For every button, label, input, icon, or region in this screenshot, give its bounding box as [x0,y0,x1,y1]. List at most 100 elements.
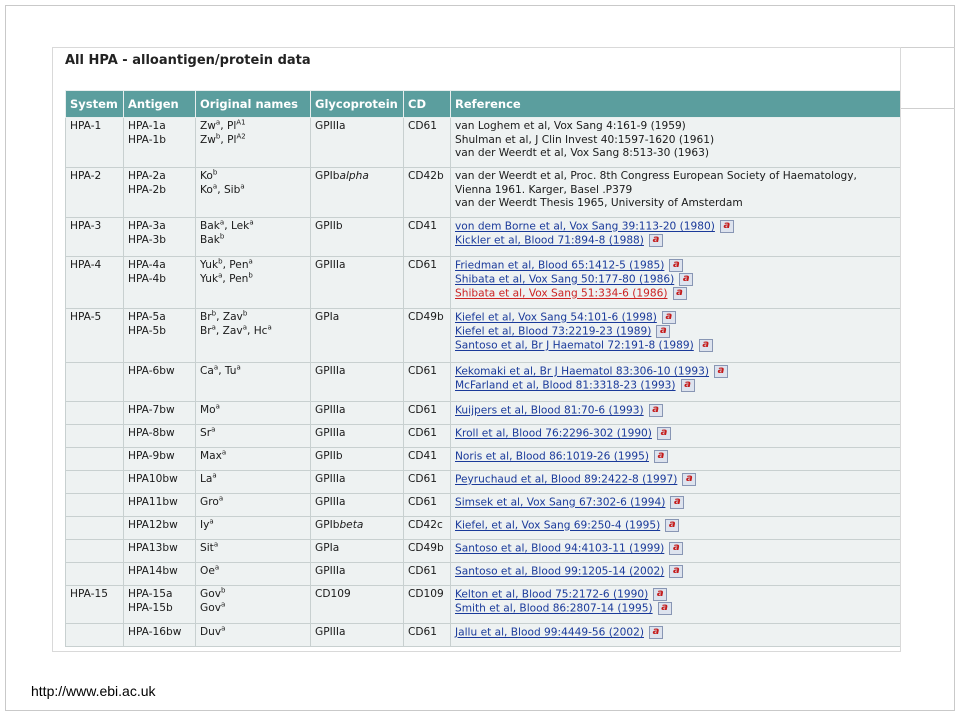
antigen-label: HPA-15b [128,601,173,614]
table-row: HPA13bw Sita GPIa CD49b Santoso et al, Blood… [65,539,900,563]
name-part: , Hc [246,324,268,337]
reference-link[interactable]: Jallu et al, Blood 99:4449-56 (2002) [455,627,644,639]
name-part: Zw [200,120,216,132]
reference-link[interactable]: Noris et al, Blood 86:1019-26 (1995) [455,451,649,463]
original-name: Bakb [200,232,306,248]
cell-antigen: HPA-8bw [123,424,196,448]
cell-original-names: Laa [195,470,311,494]
cell-reference: Kroll et al, Blood 76:2296-302 (1990) a [450,424,900,448]
reference-link[interactable]: Smith et al, Blood 86:2807-14 (1995) [455,603,653,615]
abstract-icon[interactable]: a [669,259,684,272]
reference-line: Vienna 1961. Karger, Basel .P379 [455,184,896,198]
cell-original-names: Kob Koa, Siba [195,167,311,218]
cell-antigen: HPA-2a HPA-2b [123,167,196,218]
reference-link[interactable]: Santoso et al, Blood 99:1205-14 (2002) [455,566,664,578]
cell-glycoprotein: GPIIIa [310,470,404,494]
cell-antigen: HPA11bw [123,493,196,517]
col-header-reference: Reference [450,90,900,118]
reference-link[interactable]: Kiefel, et al, Vox Sang 69:250-4 (1995) [455,520,660,532]
table-row: HPA-6bw Caa, Tua GPIIIa CD61 Kekomaki et al,… [65,362,900,402]
abstract-icon[interactable]: a [672,287,687,300]
cell-cd: CD61 [403,562,451,586]
cell-antigen: HPA-15a HPA-15b [123,585,196,624]
name-superscript: a [221,448,227,457]
reference-link[interactable]: Kickler et al, Blood 71:894-8 (1988) [455,235,644,247]
cd-label: CD41 [408,450,438,462]
reference-link[interactable]: Kelton et al, Blood 75:2172-6 (1990) [455,589,648,601]
abstract-icon[interactable]: a [679,273,694,286]
reference-link[interactable]: Santoso et al, Br J Haematol 72:191-8 (1… [455,340,694,352]
reference-link[interactable]: Santoso et al, Blood 94:4103-11 (1999) [455,543,664,555]
cd-label: CD61 [408,365,438,377]
reference-link[interactable]: Kiefel et al, Blood 73:2219-23 (1989) [455,326,651,338]
reference-link[interactable]: Kekomaki et al, Br J Haematol 83:306-10 … [455,366,709,378]
cell-cd: CD49b [403,308,451,363]
cd-label: CD41 [408,220,438,232]
abstract-icon[interactable]: a [653,588,668,601]
cell-cd: CD61 [403,493,451,517]
cell-system: HPA-4 [65,256,124,309]
table-row: HPA10bw Laa GPIIIa CD61 Peyruchaud et al, Bl… [65,470,900,494]
reference-link[interactable]: von dem Borne et al, Vox Sang 39:113-20 … [455,221,715,233]
cell-glycoprotein: GPIIIa [310,117,404,168]
reference-link[interactable]: Simsek et al, Vox Sang 67:302-6 (1994) [455,497,665,509]
original-name: Govb [200,586,306,602]
cd-label: CD42c [408,519,443,531]
antigen-label: HPA-15a [128,588,173,600]
reference-link[interactable]: Peyruchaud et al, Blood 89:2422-8 (1997) [455,474,677,486]
system-label: HPA-5 [70,311,102,323]
abstract-icon[interactable]: a [657,602,672,615]
name-part: Ko [200,170,213,182]
cell-glycoprotein: GPIIIa [310,401,404,425]
reference-line: McFarland et al, Blood 81:3318-23 (1993)… [455,379,896,393]
abstract-icon[interactable]: a [648,626,663,639]
abstract-icon[interactable]: a [648,234,663,247]
name-superscript: A1 [236,118,246,127]
abstract-icon[interactable]: a [665,519,680,532]
antigen-label: HPA-9bw [128,450,175,462]
cell-cd: CD41 [403,447,451,471]
glycoprotein-label: GPIIb [315,220,343,232]
name-part: Duv [200,626,222,638]
reference-link[interactable]: Kiefel et al, Vox Sang 54:101-6 (1998) [455,312,657,324]
cell-original-names: Duva [195,623,311,647]
abstract-icon[interactable]: a [653,450,668,463]
reference-link[interactable]: Kroll et al, Blood 76:2296-302 (1990) [455,428,652,440]
right-edge-stub [901,47,955,109]
cell-antigen: HPA-4a HPA-4b [123,256,196,309]
system-label: HPA-1 [70,120,102,132]
name-superscript: b [220,586,226,595]
abstract-icon[interactable]: a [661,311,676,324]
abstract-icon[interactable]: a [670,496,685,509]
cell-glycoprotein: GPIIIa [310,493,404,517]
abstract-icon[interactable]: a [682,473,697,486]
abstract-icon[interactable]: a [656,325,671,338]
abstract-icon[interactable]: a [669,542,684,555]
original-name: Oea [200,564,306,579]
name-superscript: a [215,402,220,411]
glycoprotein-label: GPIIIa [315,473,346,485]
reference-link[interactable]: Shibata et al, Vox Sang 50:177-80 (1986) [455,274,674,286]
abstract-icon[interactable]: a [719,220,734,233]
abstract-icon[interactable]: a [669,565,684,578]
cell-cd: CD49b [403,539,451,563]
abstract-icon[interactable]: a [680,379,695,392]
screenshot-panel: All HPA - alloantigen/protein data Syste… [52,47,901,652]
antigen-label: HPA-4b [128,272,166,285]
antigen-label: HPA-3a [128,220,166,232]
abstract-icon[interactable]: a [648,404,663,417]
abstract-icon[interactable]: a [698,339,713,352]
table-row: HPA-1 HPA-1a HPA-1b Zwa, PlA1 Zwb, PlA2 GPIII… [65,117,900,168]
cell-glycoprotein: GPIa [310,539,404,563]
abstract-icon[interactable]: a [656,427,671,440]
cell-glycoprotein: GPIIb [310,447,404,471]
cell-reference: Kiefel, et al, Vox Sang 69:250-4 (1995) a [450,516,900,540]
abstract-icon[interactable]: a [714,365,729,378]
cell-cd: CD61 [403,362,451,402]
name-part: Ko [200,183,213,196]
reference-link[interactable]: Kuijpers et al, Blood 81:70-6 (1993) [455,405,644,417]
glycoprotein-label: GPIIIa [315,565,346,577]
reference-link[interactable]: McFarland et al, Blood 81:3318-23 (1993) [455,380,676,392]
reference-link[interactable]: Friedman et al, Blood 65:1412-5 (1985) [455,260,664,272]
reference-link[interactable]: Shibata et al, Vox Sang 51:334-6 (1986) [455,288,668,300]
